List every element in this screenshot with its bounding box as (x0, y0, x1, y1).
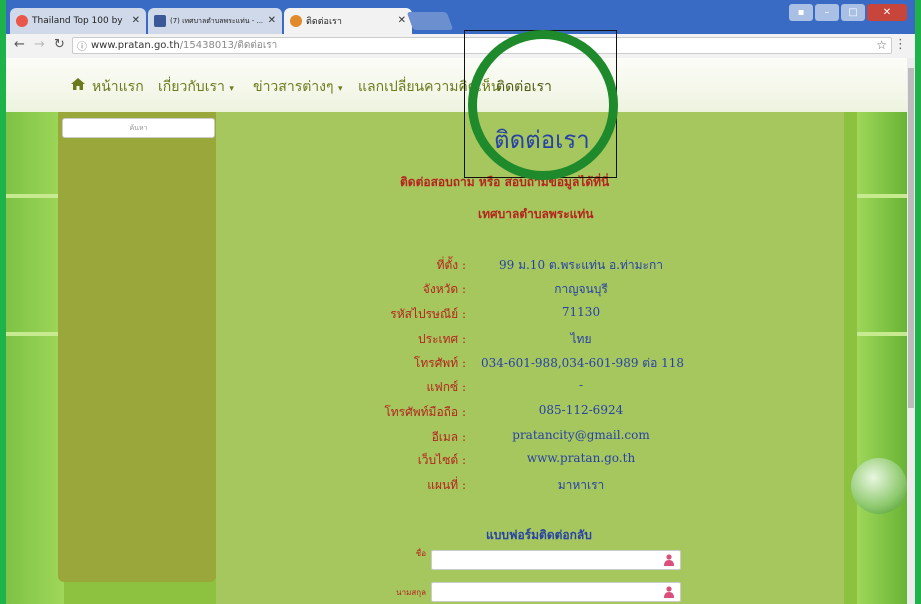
form-title: แบบฟอร์มติดต่อกลับ (486, 528, 592, 542)
contact-label: โทรศัพท์มือถือ : (384, 405, 466, 419)
site-favicon-icon (290, 15, 302, 27)
close-tab-icon[interactable]: ✕ (268, 15, 276, 26)
url-path: /15438013/ติดต่อเรา (179, 40, 278, 51)
nav-news[interactable]: ข่าวสารต่างๆ ▾ (253, 76, 343, 98)
contact-value[interactable]: pratancity@gmail.com (481, 428, 681, 442)
contact-label: ประเทศ : (418, 332, 466, 346)
url-host: www.pratan.go.th (91, 40, 180, 51)
web-page: หน้าแรก เกี่ยวกับเรา ▾ ข่าวสารต่างๆ ▾ แล… (6, 58, 915, 604)
annotation-circle (468, 30, 618, 180)
window-controls: ▪ – □ ✕ (789, 4, 907, 21)
globe-icon (851, 458, 907, 514)
bookmark-star-icon[interactable]: ☆ (876, 38, 887, 52)
site-favicon-icon (16, 15, 28, 27)
tab-bar: Thailand Top 100 by ✕ (7) เทศบาลตำบลพระแ… (6, 0, 915, 34)
contact-value: 034-601-988,034-601-989 ต่อ 118 (481, 356, 684, 370)
close-window-button[interactable]: ✕ (867, 4, 907, 21)
chevron-down-icon: ▾ (229, 84, 234, 94)
vertical-scrollbar[interactable] (907, 58, 915, 604)
tab-contact-active[interactable]: ติดต่อเรา ✕ (284, 8, 412, 34)
tab-label: Thailand Top 100 by (32, 16, 123, 26)
forward-arrow-icon[interactable]: → (34, 37, 45, 52)
tab-label: (7) เทศบาลตำบลพระแท่น - ... (170, 16, 264, 25)
contact-label: ที่ตั้ง : (436, 258, 466, 272)
user-icon[interactable]: ▪ (789, 4, 813, 21)
close-tab-icon[interactable]: ✕ (398, 15, 406, 26)
chevron-down-icon: ▾ (337, 84, 343, 94)
new-tab-button[interactable] (406, 12, 454, 30)
nav-about[interactable]: เกี่ยวกับเรา ▾ (158, 76, 234, 98)
contact-label: แฟกซ์ : (426, 380, 467, 394)
home-icon (71, 78, 85, 90)
address-bar-row: ← → ↻ ⓘ www.pratan.go.th /15438013/ติดต่… (6, 34, 915, 59)
facebook-icon (154, 15, 166, 27)
contact-label: อีเมล : (431, 430, 466, 444)
contact-value: - (578, 378, 584, 392)
contact-value[interactable]: www.pratan.go.th (481, 451, 681, 465)
contact-value: 99 ม.10 ต.พระแท่น อ.ท่ามะกา (499, 258, 663, 272)
browser-menu-icon[interactable]: ⋮ (894, 37, 907, 52)
contact-label: เว็บไซต์ : (417, 453, 466, 467)
name-field[interactable] (431, 550, 681, 570)
background-stripe (6, 194, 64, 198)
background-left-panel (6, 112, 64, 604)
surname-field[interactable] (431, 582, 681, 602)
name-label: ชื่อ (415, 549, 426, 558)
tab-thailand-top100[interactable]: Thailand Top 100 by ✕ (10, 8, 146, 34)
surname-label: นามสกุล (396, 588, 426, 597)
contact-value: 085-112-6924 (538, 403, 624, 417)
contact-label: จังหวัด : (422, 282, 466, 296)
org-name: เทศบาลตำบลพระแท่น (478, 207, 594, 221)
maximize-button[interactable]: □ (841, 4, 865, 21)
left-sidebar (58, 112, 216, 582)
nav-news-label: ข่าวสารต่างๆ (253, 79, 334, 95)
contact-label: รหัสไปรษณีย์ : (390, 307, 466, 321)
close-tab-icon[interactable]: ✕ (132, 15, 140, 26)
tab-facebook[interactable]: (7) เทศบาลตำบลพระแท่น - ... ✕ (148, 8, 282, 34)
contact-value: กาญจนบุรี (554, 282, 608, 296)
sidebar-search-button[interactable]: ค้นหา (62, 118, 215, 138)
minimize-button[interactable]: – (815, 4, 839, 21)
back-arrow-icon[interactable]: ← (14, 37, 25, 52)
info-icon: ⓘ (77, 42, 87, 53)
contact-label: แผนที่ : (427, 478, 466, 492)
reload-icon[interactable]: ↻ (54, 37, 65, 52)
tab-label: ติดต่อเรา (306, 17, 342, 27)
contact-label: โทรศัพท์ : (413, 356, 466, 370)
scrollbar-thumb[interactable] (908, 68, 914, 408)
browser-window: Thailand Top 100 by ✕ (7) เทศบาลตำบลพระแ… (6, 0, 915, 604)
background-stripe (6, 332, 64, 336)
nav-about-label: เกี่ยวกับเรา (158, 79, 225, 95)
contact-value[interactable]: มาหาเรา (481, 476, 681, 495)
site-nav-bar: หน้าแรก เกี่ยวกับเรา ▾ ข่าวสารต่างๆ ▾ แล… (6, 58, 907, 112)
contact-value: ไทย (570, 332, 592, 346)
nav-home[interactable]: หน้าแรก (92, 76, 144, 98)
user-icon (664, 554, 674, 566)
contact-value: 71130 (561, 305, 601, 319)
user-icon (664, 586, 674, 598)
